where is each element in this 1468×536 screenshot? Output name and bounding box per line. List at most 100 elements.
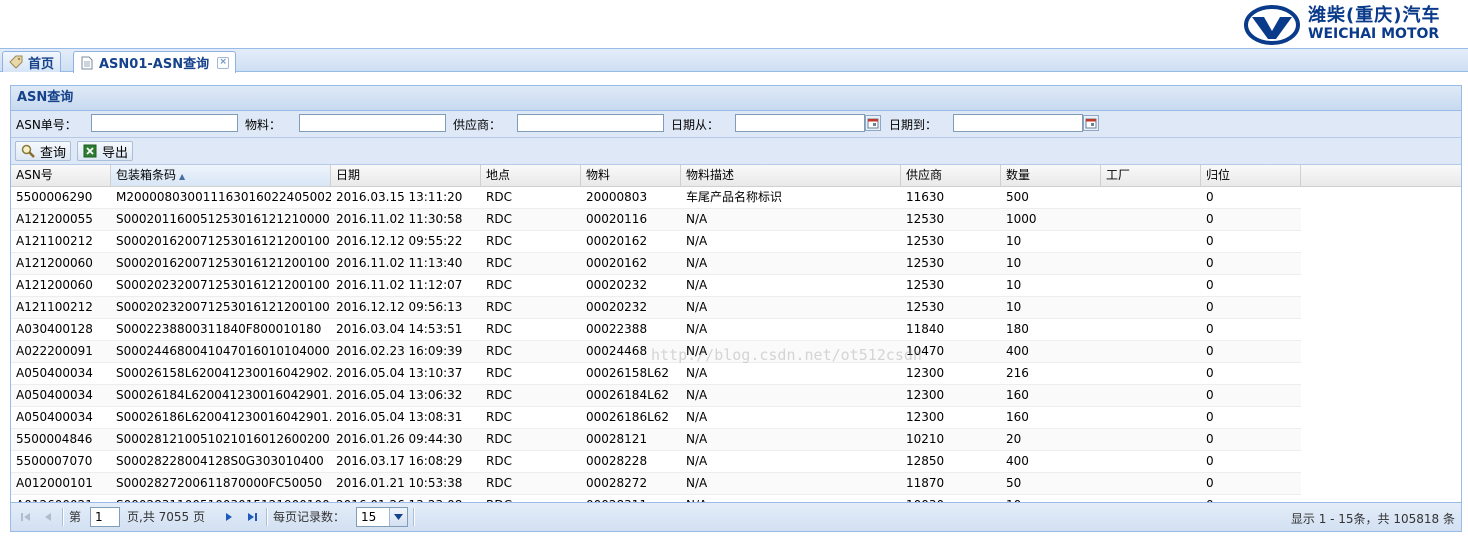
last-page-icon[interactable]: [245, 510, 259, 524]
table-row[interactable]: A012000101 S0002827200611870000FC50050 201…: [11, 473, 1301, 495]
table-cell: [1101, 275, 1201, 296]
weichai-emblem-icon: [1244, 5, 1300, 45]
table-cell: [1101, 297, 1201, 318]
table-cell: 00020162: [586, 256, 648, 270]
column-header[interactable]: 日期: [331, 165, 481, 186]
date-from-label: 日期从：: [671, 118, 720, 132]
table-cell: RDC: [486, 366, 512, 380]
query-button-label: 查询: [40, 145, 67, 161]
table-row[interactable]: 5500007070 S00028228004128S0G303010400 201…: [11, 451, 1301, 473]
table-cell: N/A: [686, 256, 708, 270]
column-header-label: 归位: [1206, 168, 1231, 182]
table-cell: 12530: [906, 234, 945, 248]
asn-number-input[interactable]: [91, 114, 238, 132]
table-cell: RDC: [486, 388, 512, 402]
table-row[interactable]: A022200091 S000244680041047016010104000 20…: [11, 341, 1301, 363]
column-header-label: ASN号: [16, 168, 53, 182]
table-cell: RDC: [486, 432, 512, 446]
calendar-icon[interactable]: [865, 115, 881, 131]
table-cell: 2016.12.12 09:56:13: [336, 300, 463, 314]
column-header-label: 日期: [336, 168, 361, 182]
column-header[interactable]: 供应商: [901, 165, 1001, 186]
table-cell: 2016.05.04 13:06:32: [336, 388, 463, 402]
per-page-select[interactable]: 15: [356, 507, 408, 527]
first-page-icon[interactable]: [19, 510, 33, 524]
table-cell: RDC: [486, 190, 512, 204]
table-row[interactable]: A121200060 S000202320071253016121200100 20…: [11, 275, 1301, 297]
excel-icon: [82, 143, 98, 159]
table-cell: 0: [1206, 432, 1214, 446]
current-page-input[interactable]: 1: [90, 507, 120, 527]
table-cell: 2016.05.04 13:10:37: [336, 366, 463, 380]
table-row[interactable]: A030400128 S0002238800311840F800010180 201…: [11, 319, 1301, 341]
column-header[interactable]: 地点: [481, 165, 581, 186]
grid-header: ASN号 包装箱条码 ▲ 日期 地点 物料 物料描述 供应商 数量 工厂 归位: [11, 165, 1461, 187]
table-cell: 00020116: [586, 212, 648, 226]
table-cell: A050400034: [16, 366, 93, 380]
prev-page-icon[interactable]: [41, 510, 55, 524]
tab-asn-query-label: ASN01-ASN查询: [99, 57, 210, 72]
export-button[interactable]: 导出: [77, 141, 134, 161]
table-cell: 11870: [906, 476, 945, 490]
table-cell: 12300: [906, 366, 945, 380]
table-cell: RDC: [486, 278, 512, 292]
tab-home[interactable]: 首页: [2, 51, 62, 72]
table-row[interactable]: A121100212 S000201620071253016121200100 20…: [11, 231, 1301, 253]
table-cell: 12300: [906, 410, 945, 424]
table-cell: 00026186L62: [586, 410, 670, 424]
table-row[interactable]: A121200055 S000201160051253016121210000 20…: [11, 209, 1301, 231]
column-header[interactable]: ASN号: [11, 165, 111, 186]
column-header[interactable]: 工厂: [1101, 165, 1201, 186]
table-cell: 车尾产品名称标识: [686, 190, 783, 204]
table-cell: 0: [1206, 410, 1214, 424]
paging-info: 显示 1 - 15条，共 105818 条: [1290, 512, 1455, 526]
table-cell: [1101, 341, 1201, 362]
tab-asn-query[interactable]: ASN01-ASN查询 ×: [73, 51, 237, 73]
table-cell: 0: [1206, 476, 1214, 490]
column-header[interactable]: 物料: [581, 165, 681, 186]
table-row[interactable]: A050400034 S00026184L620041230016042901..…: [11, 385, 1301, 407]
date-to-input[interactable]: [953, 114, 1083, 132]
column-header[interactable]: 归位: [1201, 165, 1301, 186]
table-cell: N/A: [686, 388, 708, 402]
column-header[interactable]: 包装箱条码 ▲: [111, 165, 331, 186]
table-cell: 5500004846: [16, 432, 93, 446]
next-page-icon[interactable]: [222, 510, 236, 524]
table-cell: S000281210051021016012600200: [116, 432, 330, 446]
document-icon: [80, 56, 94, 70]
close-tab-icon[interactable]: ×: [217, 56, 230, 69]
column-header[interactable]: 物料描述: [681, 165, 901, 186]
supplier-input[interactable]: [517, 114, 664, 132]
table-cell: 0: [1206, 256, 1214, 270]
toolbar: 查询 导出: [11, 138, 1461, 165]
table-row[interactable]: A050400034 S00026158L620041230016042902..…: [11, 363, 1301, 385]
asn-grid: ASN号 包装箱条码 ▲ 日期 地点 物料 物料描述 供应商 数量 工厂 归位 5500006290…: [11, 165, 1461, 517]
asn-number-label: ASN单号：: [16, 118, 77, 132]
table-row[interactable]: A050400034 S00026186L620041230016042901..…: [11, 407, 1301, 429]
tag-icon: [9, 55, 23, 69]
column-header[interactable]: 数量: [1001, 165, 1101, 186]
table-cell: 12530: [906, 278, 945, 292]
material-input[interactable]: [299, 114, 446, 132]
table-cell: 0: [1206, 190, 1214, 204]
table-row[interactable]: A121100212 S000202320071253016121200100 20…: [11, 297, 1301, 319]
table-cell: 0: [1206, 322, 1214, 336]
table-cell: [1101, 429, 1201, 450]
calendar-icon[interactable]: [1083, 115, 1099, 131]
table-cell: 00028121: [586, 432, 648, 446]
table-row[interactable]: A121200060 S000201620071253016121200100 20…: [11, 253, 1301, 275]
table-cell: [1101, 319, 1201, 340]
table-cell: A012000101: [16, 476, 93, 490]
table-cell: 10: [1006, 234, 1022, 248]
table-cell: A030400128: [16, 322, 93, 336]
table-row[interactable]: 5500006290 M200008030011163016022405002 20…: [11, 187, 1301, 209]
table-cell: A121100212: [16, 300, 93, 314]
table-cell: 00020232: [586, 278, 648, 292]
query-button[interactable]: 查询: [15, 141, 72, 161]
table-cell: 00028228: [586, 454, 648, 468]
table-cell: A121200060: [16, 256, 93, 270]
table-cell: 2016.03.15 13:11:20: [336, 190, 463, 204]
asn-query-panel: ASN查询 ASN单号： 物料： 供应商： 日期从： 日期到： 查询 导出 AS…: [10, 85, 1462, 532]
date-from-input[interactable]: [735, 114, 865, 132]
table-row[interactable]: 5500004846 S000281210051021016012600200 20…: [11, 429, 1301, 451]
